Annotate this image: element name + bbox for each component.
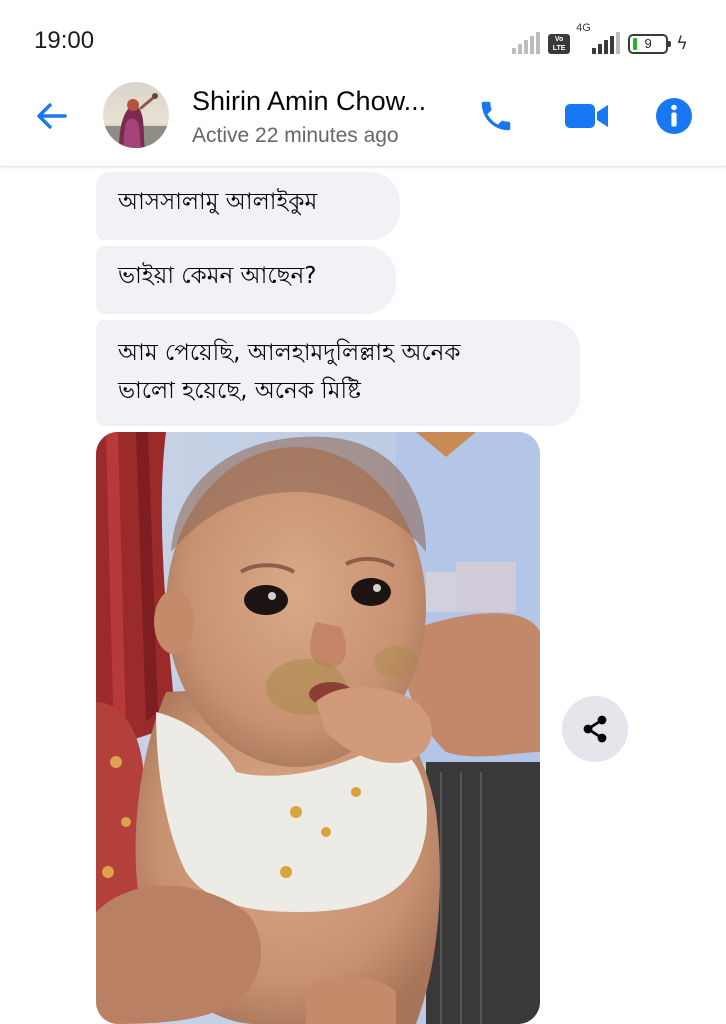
- info-icon: [656, 98, 692, 134]
- conversation-info-button[interactable]: [654, 96, 694, 136]
- status-bar: 19:00 Vo LTE 4G 9 ϟ: [0, 0, 726, 80]
- message-text-line: আম পেয়েছি, আলহামদুলিল্লাহ অনেক: [118, 340, 461, 366]
- battery-level: 9: [644, 36, 652, 51]
- chat-header: Shirin Amin Chow... Active 22 minutes ag…: [0, 74, 726, 167]
- signal-strength-icon: [512, 32, 541, 54]
- active-status: Active 22 minutes ago: [192, 124, 399, 147]
- message-text: ভাইয়া কেমন আছেন?: [118, 263, 317, 289]
- message-text: আসসালামু আলাইকুম: [118, 189, 318, 215]
- message-bubble[interactable]: আম পেয়েছি, আলহামদুলিল্লাহ অনেক ভালো হয়…: [96, 320, 580, 426]
- message-text-line: ভালো হয়েছে, অনেক মিষ্টি: [118, 378, 361, 404]
- message-bubble[interactable]: ভাইয়া কেমন আছেন?: [96, 246, 396, 314]
- photo-attachment[interactable]: [96, 432, 540, 1024]
- charging-icon: ϟ: [676, 33, 688, 54]
- avatar-photo: [103, 82, 169, 148]
- share-button[interactable]: [562, 696, 628, 762]
- network-signal-icon: 4G: [576, 22, 621, 54]
- phone-icon: [481, 101, 511, 131]
- message-bubble[interactable]: আসসালামু আলাইকুম: [96, 172, 400, 240]
- contact-name[interactable]: Shirin Amin Chow...: [192, 86, 426, 117]
- video-camera-icon: [565, 104, 608, 128]
- voice-call-button[interactable]: [476, 96, 516, 136]
- baby-photo: [96, 432, 540, 1024]
- volte-icon: Vo LTE: [548, 34, 571, 54]
- back-button[interactable]: [34, 98, 70, 134]
- arrow-left-icon: [37, 103, 67, 129]
- status-icons: Vo LTE 4G 9 ϟ: [512, 22, 688, 54]
- video-call-button[interactable]: [564, 96, 610, 136]
- network-type-label: 4G: [576, 22, 591, 34]
- avatar[interactable]: [103, 82, 169, 148]
- battery-icon: 9: [628, 34, 672, 54]
- status-time: 19:00: [34, 27, 95, 54]
- share-icon: [583, 715, 607, 743]
